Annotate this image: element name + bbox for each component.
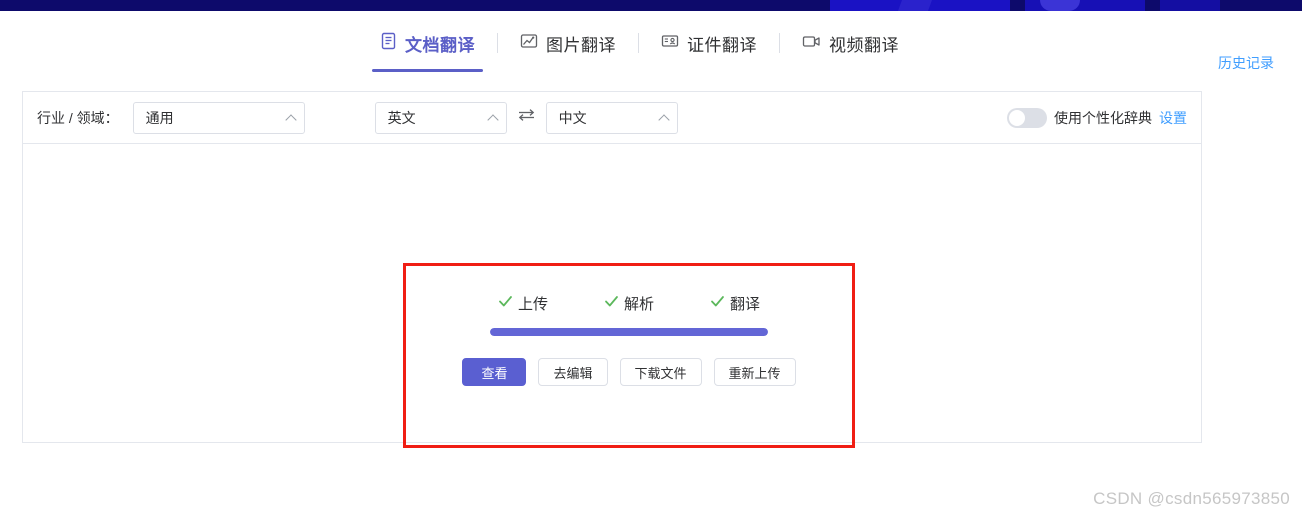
settings-link[interactable]: 设置 bbox=[1159, 108, 1187, 128]
tab-certificate-translation[interactable]: 证件翻译 bbox=[639, 19, 779, 67]
swap-languages-icon[interactable] bbox=[518, 108, 535, 127]
source-language-value: 英文 bbox=[387, 109, 416, 126]
card-body: 上传 解析 翻译 查看 去编辑 下载文件 重新上传 bbox=[23, 144, 1201, 448]
banner-shape bbox=[897, 0, 933, 11]
domain-select[interactable]: 通用 bbox=[132, 101, 305, 134]
banner-shape bbox=[1230, 0, 1302, 11]
chevron-up-icon bbox=[658, 113, 670, 126]
banner-shape bbox=[1040, 0, 1080, 11]
watermark: CSDN @csdn565973850 bbox=[1093, 489, 1290, 508]
id-card-icon bbox=[661, 32, 679, 55]
target-language-select[interactable]: 中文 bbox=[545, 101, 678, 134]
document-icon bbox=[380, 32, 397, 55]
tab-label: 证件翻译 bbox=[687, 35, 757, 55]
top-decorative-banner bbox=[0, 0, 1302, 11]
tab-label: 图片翻译 bbox=[546, 35, 616, 55]
tab-label: 文档翻译 bbox=[405, 35, 475, 55]
personal-dictionary-toggle[interactable] bbox=[1007, 108, 1047, 128]
settings-toolbar: 行业 / 领域： 通用 英文 中文 使用个性化辞典 设置 bbox=[23, 92, 1201, 144]
main-card: 行业 / 领域： 通用 英文 中文 使用个性化辞典 设置 上传 解析 翻译 查看… bbox=[22, 91, 1202, 448]
tab-list: 文档翻译 图片翻译 证件翻译 视频翻译 bbox=[358, 11, 921, 75]
tab-label: 视频翻译 bbox=[829, 35, 899, 55]
image-icon bbox=[520, 32, 538, 55]
chevron-up-icon bbox=[487, 113, 499, 126]
domain-select-value: 通用 bbox=[145, 109, 174, 126]
domain-label: 行业 / 领域： bbox=[37, 109, 119, 126]
chevron-up-icon bbox=[285, 113, 297, 126]
personal-dictionary-label: 使用个性化辞典 bbox=[1054, 110, 1152, 126]
source-language-select[interactable]: 英文 bbox=[374, 101, 507, 134]
target-language-value: 中文 bbox=[558, 109, 587, 126]
annotation-highlight-box bbox=[403, 263, 855, 448]
tab-video-translation[interactable]: 视频翻译 bbox=[780, 19, 921, 67]
toggle-knob bbox=[1009, 110, 1025, 126]
tab-document-translation[interactable]: 文档翻译 bbox=[358, 19, 497, 72]
active-tab-indicator bbox=[372, 69, 483, 72]
tab-bar: 文档翻译 图片翻译 证件翻译 视频翻译 历史记录 bbox=[0, 11, 1302, 75]
tab-image-translation[interactable]: 图片翻译 bbox=[498, 19, 638, 67]
banner-shape bbox=[1160, 0, 1220, 11]
toolbar-right-group: 使用个性化辞典 设置 bbox=[1007, 92, 1187, 144]
history-link[interactable]: 历史记录 bbox=[1218, 53, 1274, 73]
video-icon bbox=[802, 32, 821, 55]
